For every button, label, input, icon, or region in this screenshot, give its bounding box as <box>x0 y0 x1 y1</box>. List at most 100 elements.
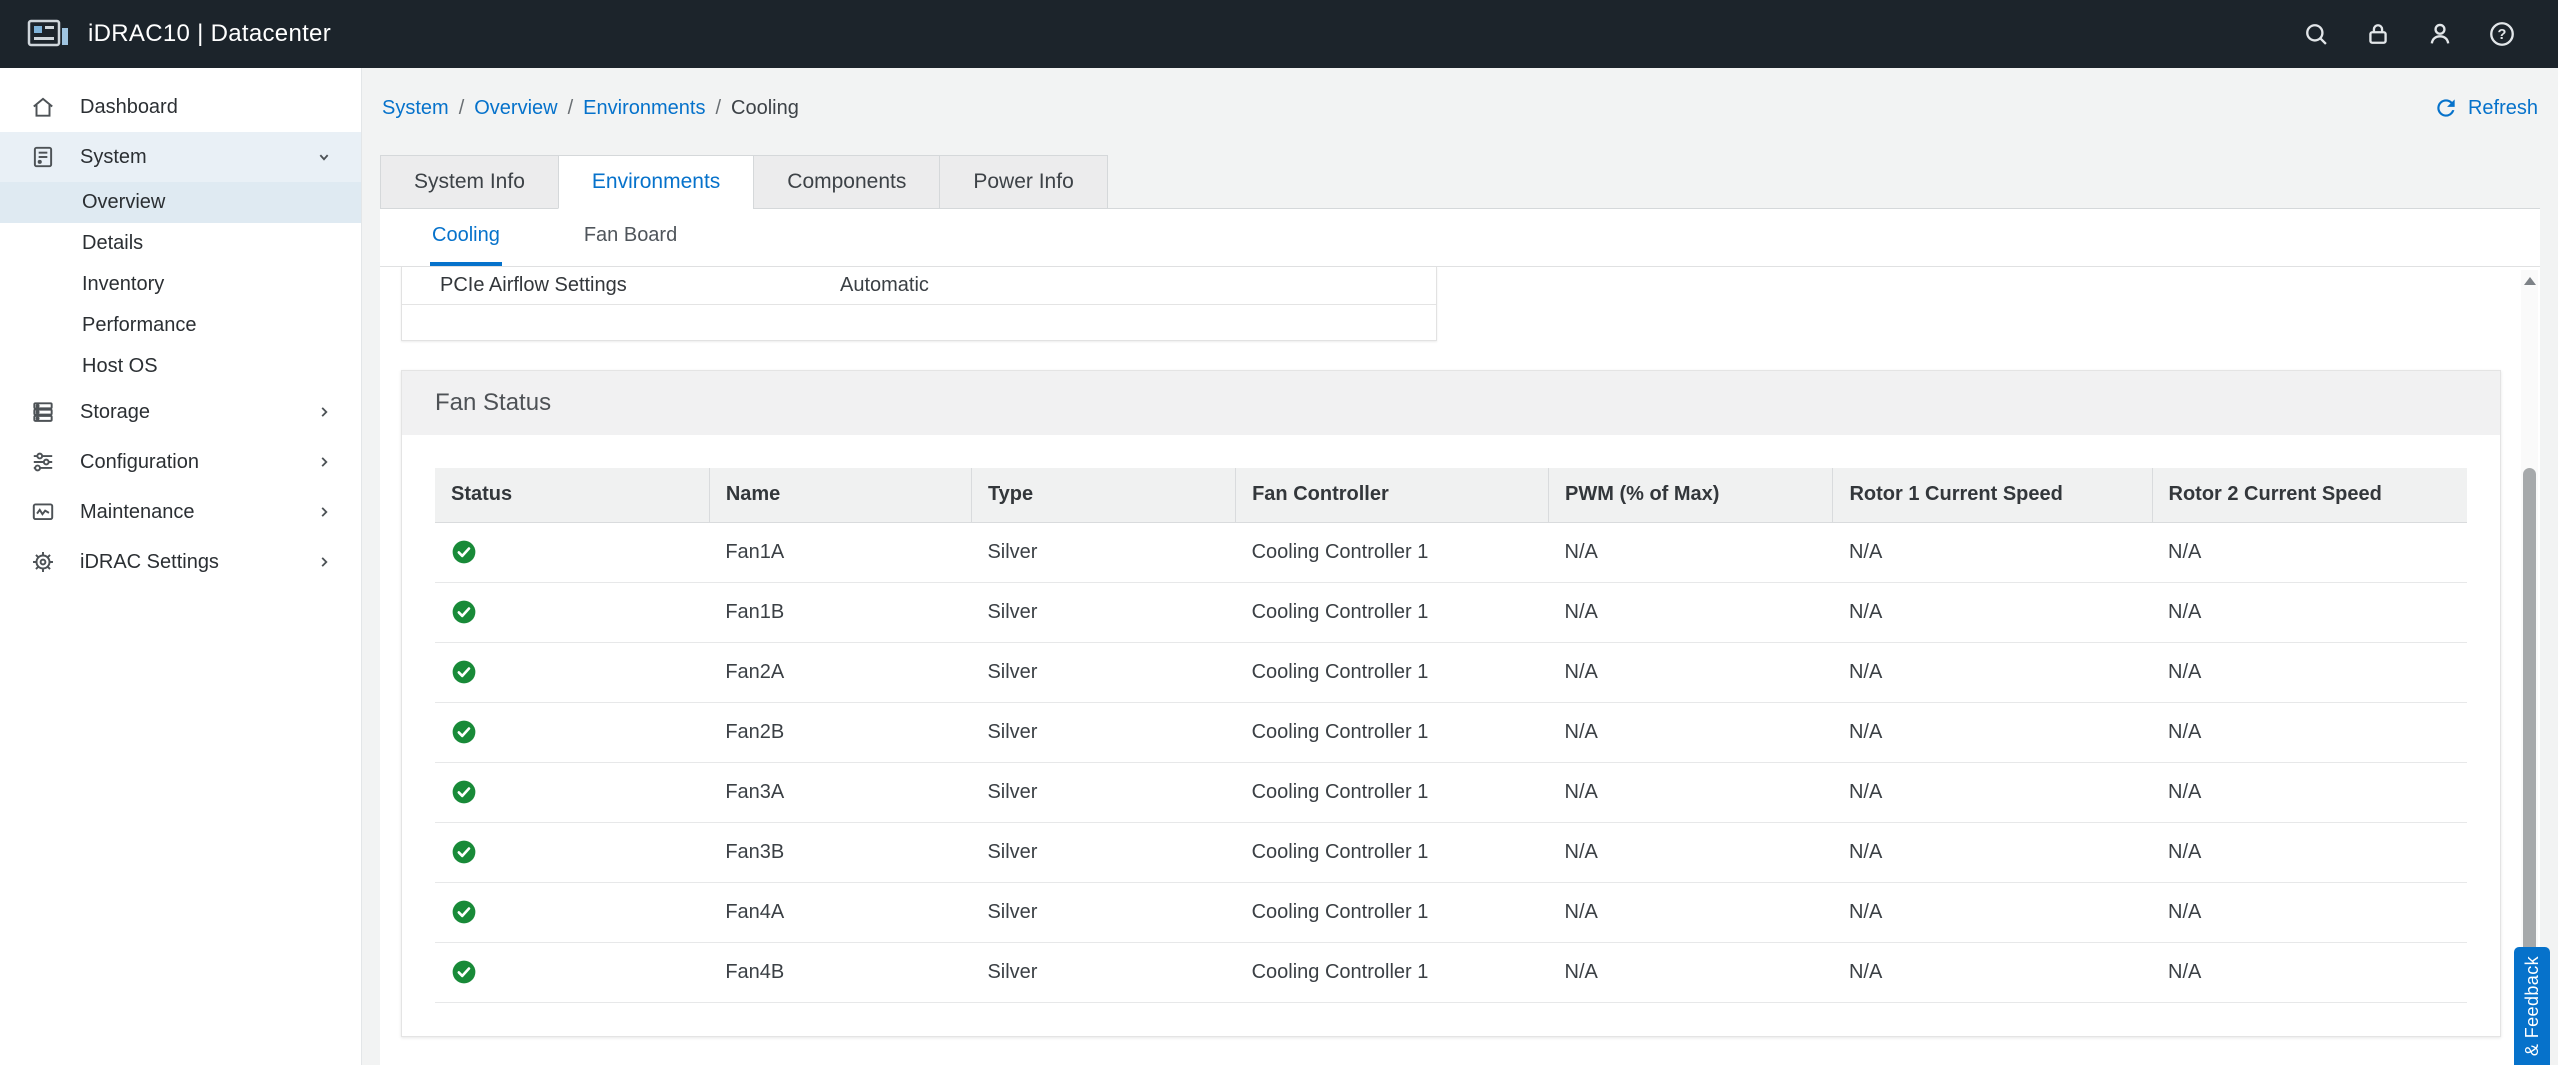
fan-status-cell-pwm: N/A <box>1549 582 1833 642</box>
sidebar-item-performance[interactable]: Performance <box>0 305 361 346</box>
fan-status-cell-fan_controller: Cooling Controller 1 <box>1236 762 1549 822</box>
sidebar-item-label: Overview <box>82 191 165 214</box>
sidebar-item-dashboard[interactable]: Dashboard <box>0 82 361 132</box>
status-ok-icon <box>451 959 477 985</box>
fan-status-body: Status Name Type Fan Controller PWM (% o… <box>402 435 2500 1036</box>
fan-status-row: Fan2ASilverCooling Controller 1N/AN/AN/A <box>435 642 2467 702</box>
sidebar-item-idrac-settings[interactable]: iDRAC Settings <box>0 537 361 587</box>
sidebar-item-configuration[interactable]: Configuration <box>0 437 361 487</box>
cooling-content: PCIe Airflow Settings Automatic Fan Stat… <box>380 267 2540 1065</box>
fan-status-cell-status <box>435 582 709 642</box>
fan-status-header-row: Status Name Type Fan Controller PWM (% o… <box>435 468 2467 522</box>
svg-text:?: ? <box>2498 27 2507 43</box>
status-ok-icon <box>451 719 477 745</box>
search-icon[interactable] <box>2302 20 2330 48</box>
fan-status-cell-pwm: N/A <box>1549 822 1833 882</box>
fan-status-cell-name: Fan1B <box>709 582 971 642</box>
breadcrumb-cooling: Cooling <box>731 97 799 120</box>
fan-status-cell-fan_controller: Cooling Controller 1 <box>1236 822 1549 882</box>
setting-value: Automatic <box>840 274 929 297</box>
refresh-icon <box>2433 95 2459 121</box>
fan-status-cell-pwm: N/A <box>1549 762 1833 822</box>
fan-status-cell-name: Fan2A <box>709 642 971 702</box>
fan-status-cell-rotor1: N/A <box>1833 522 2152 582</box>
help-icon[interactable]: ? <box>2488 20 2516 48</box>
status-ok-icon <box>451 659 477 685</box>
subtab-cooling[interactable]: Cooling <box>430 209 502 266</box>
sidebar-item-system[interactable]: System <box>0 132 361 182</box>
fan-status-cell-name: Fan4B <box>709 942 971 1002</box>
subtab-fan-board[interactable]: Fan Board <box>582 209 679 266</box>
sidebar-item-inventory[interactable]: Inventory <box>0 264 361 305</box>
tab-power-info[interactable]: Power Info <box>939 155 1107 209</box>
fan-status-card: Fan Status Status Name Type Fan <box>401 370 2501 1037</box>
fan-status-cell-rotor1: N/A <box>1833 882 2152 942</box>
chevron-right-icon <box>313 551 335 573</box>
fan-status-cell-pwm: N/A <box>1549 882 1833 942</box>
app-title: iDRAC10 | Datacenter <box>88 20 331 48</box>
sidebar-item-overview[interactable]: Overview <box>0 182 361 223</box>
fan-status-cell-type: Silver <box>971 702 1235 762</box>
breadcrumb-system[interactable]: System <box>382 97 449 120</box>
sidebar-item-maintenance[interactable]: Maintenance <box>0 487 361 537</box>
fan-status-cell-name: Fan3B <box>709 822 971 882</box>
status-ok-icon <box>451 539 477 565</box>
fan-status-cell-fan_controller: Cooling Controller 1 <box>1236 882 1549 942</box>
fan-status-cell-name: Fan4A <box>709 882 971 942</box>
fan-status-cell-rotor1: N/A <box>1833 582 2152 642</box>
fan-status-cell-fan_controller: Cooling Controller 1 <box>1236 582 1549 642</box>
chevron-down-icon <box>313 146 335 168</box>
fan-status-cell-fan_controller: Cooling Controller 1 <box>1236 702 1549 762</box>
vertical-scrollbar[interactable] <box>2521 270 2538 1065</box>
fan-status-row: Fan1ASilverCooling Controller 1N/AN/AN/A <box>435 522 2467 582</box>
lock-icon[interactable] <box>2364 20 2392 48</box>
system-icon <box>30 144 56 170</box>
feedback-label: & Feedback <box>2522 956 2543 1056</box>
fan-status-cell-rotor2: N/A <box>2152 702 2467 762</box>
column-header-pwm: PWM (% of Max) <box>1549 468 1833 522</box>
gear-icon <box>30 549 56 575</box>
sidebar-item-details[interactable]: Details <box>0 223 361 264</box>
feedback-tab[interactable]: & Feedback <box>2514 947 2550 1065</box>
topbar: iDRAC10 | Datacenter ? <box>0 0 2558 68</box>
user-icon[interactable] <box>2426 20 2454 48</box>
sliders-icon <box>30 449 56 475</box>
sidebar-item-label: Storage <box>80 401 150 424</box>
sidebar-item-label: Details <box>82 232 143 255</box>
sidebar-item-label: Inventory <box>82 273 164 296</box>
tab-system-info[interactable]: System Info <box>380 155 558 209</box>
fan-status-cell-rotor2: N/A <box>2152 642 2467 702</box>
fan-status-cell-rotor2: N/A <box>2152 822 2467 882</box>
breadcrumb-environments[interactable]: Environments <box>583 97 705 120</box>
sidebar-item-storage[interactable]: Storage <box>0 387 361 437</box>
environments-panel: Cooling Fan Board PCIe Airflow Settings … <box>380 208 2540 1065</box>
refresh-button[interactable]: Refresh <box>2433 95 2538 121</box>
status-ok-icon <box>451 599 477 625</box>
fan-status-cell-type: Silver <box>971 942 1235 1002</box>
tab-environments[interactable]: Environments <box>558 155 753 209</box>
main-content: System / Overview / Environments / Cooli… <box>362 68 2558 1065</box>
breadcrumb-overview[interactable]: Overview <box>474 97 557 120</box>
tab-components[interactable]: Components <box>753 155 939 209</box>
sidebar-item-host-os[interactable]: Host OS <box>0 346 361 387</box>
sidebar-item-label: iDRAC Settings <box>80 551 219 574</box>
refresh-label: Refresh <box>2468 97 2538 120</box>
sidebar-item-label: Dashboard <box>80 96 178 119</box>
fan-status-cell-name: Fan3A <box>709 762 971 822</box>
fan-status-cell-rotor1: N/A <box>1833 762 2152 822</box>
fan-status-cell-rotor2: N/A <box>2152 522 2467 582</box>
scroll-up-arrow-icon[interactable] <box>2521 270 2538 292</box>
fan-status-cell-pwm: N/A <box>1549 642 1833 702</box>
subtab-bar: Cooling Fan Board <box>380 209 2540 267</box>
column-header-status: Status <box>435 468 709 522</box>
chevron-right-icon <box>313 401 335 423</box>
app-logo-icon <box>26 16 70 52</box>
fan-status-cell-rotor1: N/A <box>1833 642 2152 702</box>
fan-status-row: Fan3BSilverCooling Controller 1N/AN/AN/A <box>435 822 2467 882</box>
column-header-type: Type <box>971 468 1235 522</box>
sidebar-item-label: Maintenance <box>80 501 195 524</box>
chevron-right-icon <box>313 501 335 523</box>
sidebar-item-label: Performance <box>82 314 197 337</box>
fan-status-row: Fan3ASilverCooling Controller 1N/AN/AN/A <box>435 762 2467 822</box>
fan-status-cell-type: Silver <box>971 762 1235 822</box>
